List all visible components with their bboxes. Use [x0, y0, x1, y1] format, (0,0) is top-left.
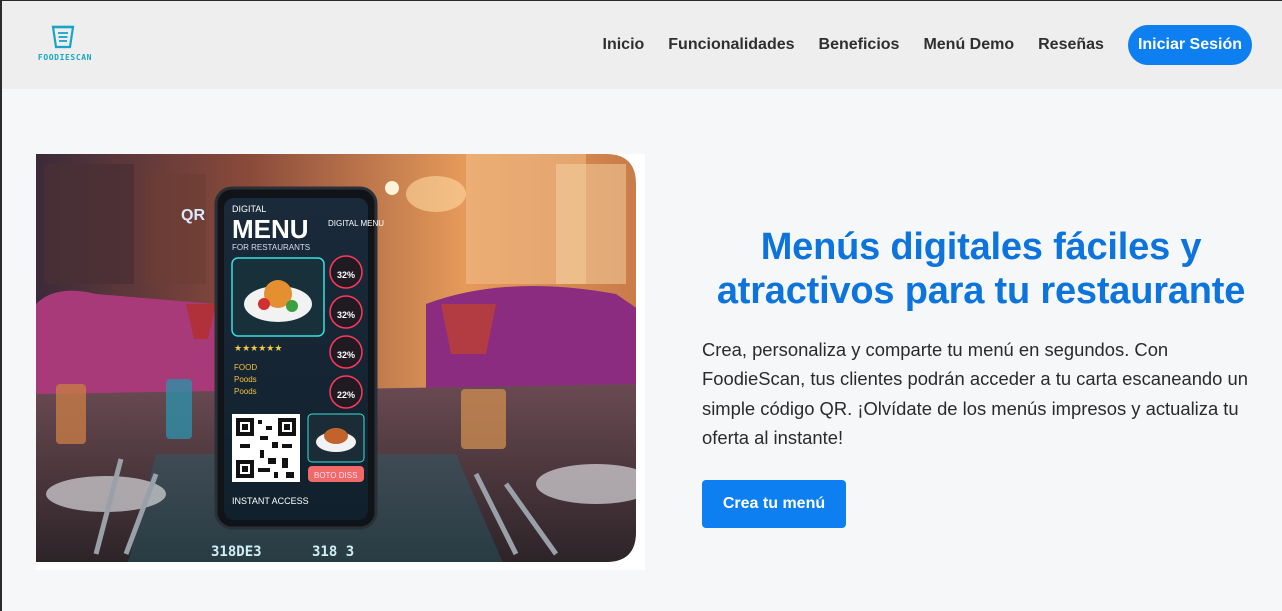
hero-content: Menús digitales fáciles y atractivos par… [702, 225, 1260, 529]
svg-text:FOOD: FOOD [234, 363, 257, 372]
hero-title: Menús digitales fáciles y atractivos par… [716, 226, 1246, 312]
svg-text:FOR RESTAURANTS: FOR RESTAURANTS [232, 243, 310, 252]
svg-text:32%: 32% [337, 350, 355, 360]
svg-text:MENU: MENU [232, 214, 309, 244]
svg-text:318 3: 318 3 [312, 544, 354, 560]
svg-text:32%: 32% [337, 310, 355, 320]
svg-text:QR: QR [181, 207, 205, 224]
nav-link-beneficios[interactable]: Beneficios [819, 36, 900, 54]
login-button[interactable]: Iniciar Sesión [1127, 25, 1252, 65]
svg-text:22%: 22% [337, 390, 355, 400]
svg-text:INSTANT ACCESS: INSTANT ACCESS [232, 496, 309, 506]
hero-image: QR DIGITAL MENU FOR RESTAURANTS DIGITAL … [36, 154, 645, 570]
svg-text:BOTO DISS: BOTO DISS [314, 471, 357, 480]
hero-description: Crea, personaliza y comparte tu menú en … [702, 339, 1248, 448]
menu-card-icon [51, 25, 75, 49]
nav-link-funcionalidades[interactable]: Funcionalidades [668, 36, 794, 54]
site-header: FOODIESCAN Inicio Funcionalidades Benefi… [2, 1, 1282, 89]
main-nav: Inicio Funcionalidades Beneficios Menú D… [579, 25, 1252, 65]
nav-link-menu-demo[interactable]: Menú Demo [923, 36, 1014, 54]
brand-logo[interactable]: FOODIESCAN [32, 21, 96, 65]
svg-text:DIGITAL MENU: DIGITAL MENU [328, 219, 384, 228]
svg-text:318DE3: 318DE3 [211, 544, 262, 560]
svg-text:32%: 32% [337, 270, 355, 280]
svg-text:★★★★★★: ★★★★★★ [234, 344, 282, 354]
svg-text:Poods: Poods [234, 375, 257, 384]
svg-text:DIGITAL: DIGITAL [232, 204, 266, 214]
create-menu-button[interactable]: Crea tu menú [702, 480, 846, 529]
svg-text:Poods: Poods [234, 387, 257, 396]
brand-name: FOODIESCAN [37, 53, 93, 62]
nav-link-inicio[interactable]: Inicio [603, 36, 645, 54]
hero-illustration: QR DIGITAL MENU FOR RESTAURANTS DIGITAL … [36, 154, 636, 562]
nav-link-resenas[interactable]: Reseñas [1038, 36, 1104, 54]
